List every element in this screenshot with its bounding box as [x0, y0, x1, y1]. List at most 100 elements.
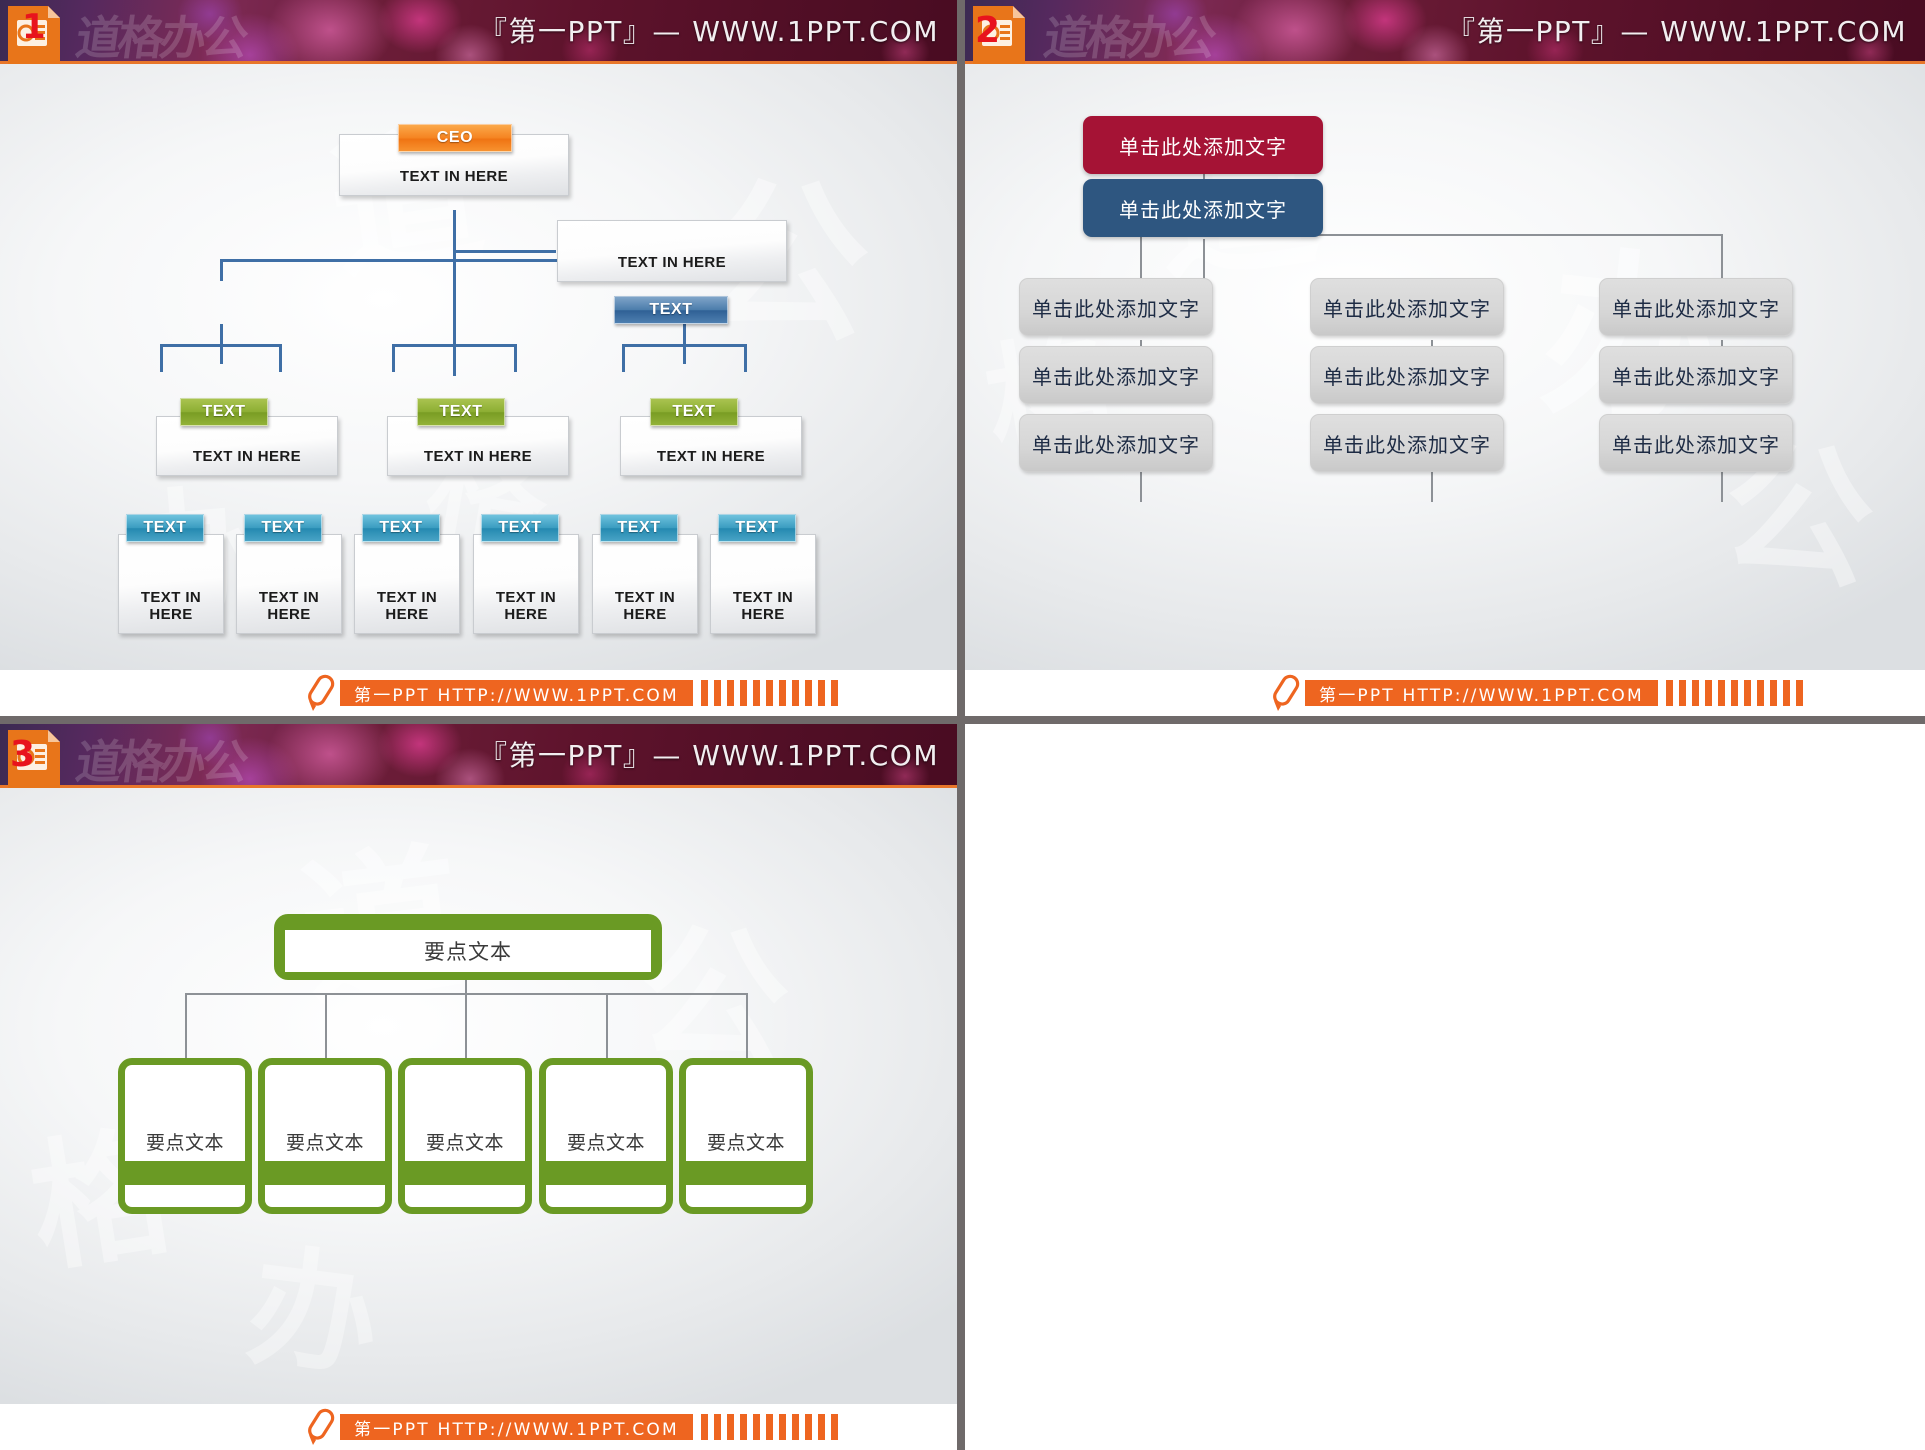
- slide-number: 2: [975, 10, 1000, 51]
- pen-icon: [308, 1408, 335, 1445]
- slide-number: 1: [22, 7, 46, 47]
- connector-line: [622, 344, 625, 372]
- connector-line: [279, 344, 282, 372]
- org-node-label: TEXT IN HERE: [258, 589, 320, 624]
- footer-url-bar[interactable]: 第一PPT HTTP://WWW.1PPT.COM: [1305, 680, 1658, 706]
- org-node-grid[interactable]: 单击此处添加文字: [1599, 414, 1793, 472]
- org-node-child[interactable]: 要点文本: [679, 1058, 813, 1214]
- banner-title: 『第一PPT』— WWW.1PPT.COM: [478, 739, 939, 772]
- org-node-level4-tab[interactable]: TEXT: [126, 514, 204, 542]
- org-node-label: TEXT IN HERE: [617, 254, 727, 272]
- connector-line: [514, 344, 517, 372]
- org-node-grid[interactable]: 单击此处添加文字: [1019, 278, 1213, 336]
- footer-ticks: [1665, 680, 1803, 706]
- footer-ticks: [700, 1414, 838, 1440]
- org-node-top[interactable]: 要点文本: [274, 914, 662, 980]
- org-node-child-label: 要点文本: [546, 1065, 666, 1161]
- org-node-grid[interactable]: 单击此处添加文字: [1019, 414, 1213, 472]
- org-node-level4-tab[interactable]: TEXT: [481, 514, 559, 542]
- slide-grid-empty-cell: [965, 724, 1925, 1450]
- org-node-child[interactable]: 要点文本: [398, 1058, 532, 1214]
- slide-grid: 道格办公 『第一PPT』— WWW.1PPT.COM 1 道 公 办 格: [0, 0, 1925, 1450]
- org-node-level4[interactable]: TEXT IN HERE: [118, 534, 224, 634]
- org-node-level4[interactable]: TEXT IN HERE: [710, 534, 816, 634]
- connector-line: [392, 344, 517, 347]
- org-node-grid[interactable]: 单击此处添加文字: [1310, 346, 1504, 404]
- connector-line: [392, 344, 395, 372]
- pen-icon: [1273, 674, 1300, 711]
- org-node-level3-tab[interactable]: TEXT: [180, 398, 268, 426]
- powerpoint-file-icon: 1: [6, 4, 62, 66]
- org-node-child-strip: [546, 1185, 666, 1207]
- powerpoint-file-icon: 2: [971, 4, 1027, 66]
- org-node-label: TEXT IN HERE: [423, 448, 533, 466]
- org-node-level4-tab[interactable]: TEXT: [244, 514, 322, 542]
- org-node-child-strip: [265, 1185, 385, 1207]
- org-node-grid[interactable]: 单击此处添加文字: [1310, 414, 1504, 472]
- org-node-level4[interactable]: TEXT IN HERE: [473, 534, 579, 634]
- connector-line: [622, 344, 746, 347]
- slide-2-banner: 道格办公 『第一PPT』— WWW.1PPT.COM: [965, 0, 1925, 64]
- slide-3-banner: 道格办公 『第一PPT』— WWW.1PPT.COM: [0, 724, 957, 788]
- org-node-level3-tab[interactable]: TEXT: [650, 398, 738, 426]
- footer-ticks: [700, 680, 838, 706]
- org-node-child-strip: [686, 1185, 806, 1207]
- org-node-child-strip: [125, 1185, 245, 1207]
- connector-line: [465, 993, 467, 1058]
- org-node-level4[interactable]: TEXT IN HERE: [592, 534, 698, 634]
- slide-1-body: 道 公 办 格 TEXT IN HERE: [0, 64, 957, 716]
- org-node-level4-tab[interactable]: TEXT: [718, 514, 796, 542]
- connector-line: [160, 344, 282, 347]
- org-node-child-label: 要点文本: [686, 1065, 806, 1161]
- org-node-grid[interactable]: 单击此处添加文字: [1310, 278, 1504, 336]
- banner-watermark: 道格办公: [72, 735, 249, 788]
- org-node-level4-tab[interactable]: TEXT: [362, 514, 440, 542]
- powerpoint-file-icon: 3: [6, 728, 62, 790]
- org-node-label: TEXT IN HERE: [732, 589, 794, 624]
- org-node-level4[interactable]: TEXT IN HERE: [354, 534, 460, 634]
- pen-icon: [308, 674, 335, 711]
- slide-3-footer: 第一PPT HTTP://WWW.1PPT.COM: [0, 1404, 957, 1450]
- grid-gap-horizontal: [0, 716, 1925, 724]
- org-node-child[interactable]: 要点文本: [539, 1058, 673, 1214]
- org-node-child[interactable]: 要点文本: [118, 1058, 252, 1214]
- connector-line: [746, 993, 748, 1058]
- grid-gap-vertical: [957, 0, 965, 716]
- org-node-child-label: 要点文本: [405, 1065, 525, 1161]
- org-node-level2-tab[interactable]: TEXT: [614, 296, 728, 324]
- slide-1-footer: 第一PPT HTTP://WWW.1PPT.COM: [0, 670, 957, 716]
- org-node-level4-tab[interactable]: TEXT: [600, 514, 678, 542]
- org-node-grid[interactable]: 单击此处添加文字: [1599, 278, 1793, 336]
- org-node-top-label: 要点文本: [285, 930, 651, 972]
- slide-2-footer: 第一PPT HTTP://WWW.1PPT.COM: [965, 670, 1925, 716]
- org-node-ceo-tab[interactable]: CEO: [398, 124, 512, 152]
- org-node-grid[interactable]: 单击此处添加文字: [1599, 346, 1793, 404]
- org-node-level3-tab[interactable]: TEXT: [417, 398, 505, 426]
- footer-url-bar[interactable]: 第一PPT HTTP://WWW.1PPT.COM: [340, 680, 693, 706]
- org-node-top[interactable]: 单击此处添加文字: [1083, 116, 1323, 174]
- footer-url-bar[interactable]: 第一PPT HTTP://WWW.1PPT.COM: [340, 1414, 693, 1440]
- banner-watermark: 道格办公: [72, 11, 249, 64]
- connector-line: [325, 993, 327, 1058]
- org-node-label: TEXT IN HERE: [192, 448, 302, 466]
- slide-2[interactable]: 道格办公 『第一PPT』— WWW.1PPT.COM 2 道 办 格 公: [965, 0, 1925, 716]
- org-node-level4[interactable]: TEXT IN HERE: [236, 534, 342, 634]
- grid-gap-vertical: [957, 724, 965, 1450]
- slide-3[interactable]: 道格办公 『第一PPT』— WWW.1PPT.COM 3 道 公 格 办: [0, 724, 957, 1450]
- connector-line: [220, 259, 223, 281]
- org-node-label: TEXT IN HERE: [656, 448, 766, 466]
- org-node-second[interactable]: 单击此处添加文字: [1083, 179, 1323, 237]
- org-node-child-strip: [405, 1185, 525, 1207]
- org-node-label: TEXT IN HERE: [140, 589, 202, 624]
- org-node-level2[interactable]: TEXT IN HERE: [557, 220, 787, 282]
- org-node-label: TEXT IN HERE: [495, 589, 557, 624]
- background-watermark: 办: [239, 1229, 388, 1397]
- connector-line: [185, 993, 187, 1058]
- org-node-child-label: 要点文本: [125, 1065, 245, 1161]
- banner-title: 『第一PPT』— WWW.1PPT.COM: [1446, 15, 1907, 48]
- org-node-label: TEXT IN HERE: [614, 589, 676, 624]
- slide-1[interactable]: 道格办公 『第一PPT』— WWW.1PPT.COM 1 道 公 办 格: [0, 0, 957, 716]
- org-node-grid[interactable]: 单击此处添加文字: [1019, 346, 1213, 404]
- org-node-child[interactable]: 要点文本: [258, 1058, 392, 1214]
- slide-3-body: 道 公 格 办 要点文本 要点文本 要点文本: [0, 788, 957, 1450]
